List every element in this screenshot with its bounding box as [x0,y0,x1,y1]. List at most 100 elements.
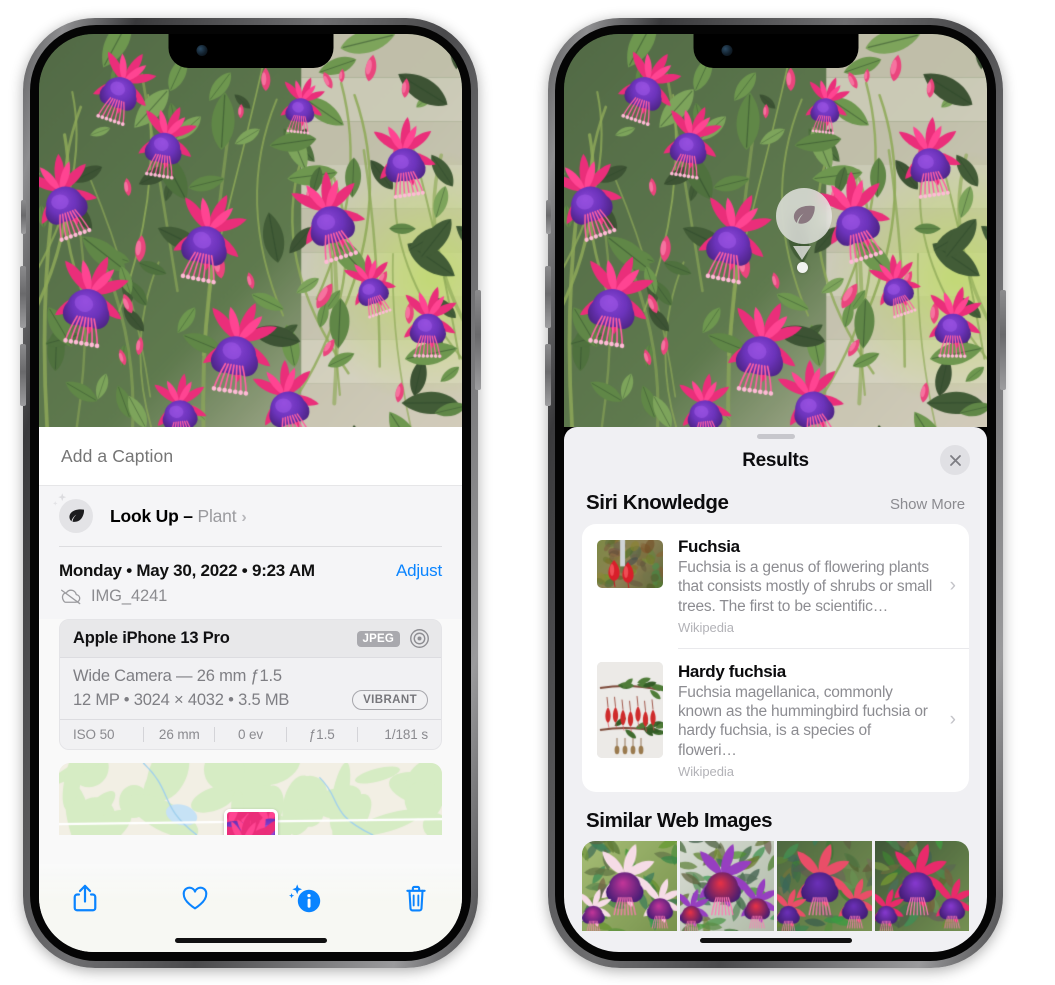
volume-down-button[interactable] [20,344,26,406]
web-image-cell[interactable] [679,841,774,932]
right-screen: Results Siri Knowledge Show More Fuchsia… [564,34,987,952]
leaf-icon [52,493,93,533]
photo-viewer-right[interactable] [564,34,987,427]
web-image-cell[interactable] [777,841,872,932]
similar-web-images-grid [582,841,969,932]
chevron-right-icon: › [949,709,956,731]
close-icon [949,454,961,466]
result-source: Wikipedia [678,619,734,635]
delete-button[interactable] [398,880,434,916]
chevron-right-icon: › [241,508,247,526]
result-description: Fuchsia magellanica, commonly known as t… [678,683,928,759]
front-camera-icon [196,45,207,56]
info-button[interactable] [288,880,324,916]
camera-header: Apple iPhone 13 Pro JPEG [60,620,441,658]
notch [693,34,858,68]
leaf-icon [793,205,815,224]
caption-row[interactable] [39,427,462,485]
result-thumbnail [597,540,663,588]
mute-switch[interactable] [21,200,26,234]
look-up-text: Look Up [110,505,179,526]
result-source: Wikipedia [678,764,734,780]
result-text: Hardy fuchsia Fuchsia magellanica, commo… [678,662,955,779]
icloud-slash-icon [61,589,81,605]
image-size-info: 12 MP • 3024 × 4032 • 3.5 MB [73,690,290,709]
visual-look-up-tail [793,246,811,260]
result-title: Fuchsia [678,537,740,556]
exif-aperture: ƒ1.5 [308,727,335,742]
power-button[interactable] [1000,290,1006,390]
chevron-right-icon: › [949,574,956,596]
mute-switch[interactable] [546,200,551,234]
section-title: Siri Knowledge [586,491,729,514]
power-button[interactable] [475,290,481,390]
visual-look-up-anchor-dot [797,262,808,273]
knowledge-row[interactable]: Hardy fuchsia Fuchsia magellanica, commo… [582,649,969,792]
share-button[interactable] [67,880,103,916]
similar-web-images-header: Similar Web Images [564,792,987,841]
date-row: Monday • May 30, 2022 • 9:23 AM Adjust [59,547,442,581]
home-indicator[interactable] [174,938,327,943]
exif-focal-length: 26 mm [158,727,200,742]
results-title: Results [742,450,809,471]
show-more-button[interactable]: Show More [890,496,965,513]
caption-input[interactable] [59,444,442,468]
result-thumbnail [597,661,663,758]
share-icon [73,884,97,911]
photo-location-map[interactable] [59,763,442,835]
aperture-icon [410,629,429,648]
photo-info-sheet: Look Up – Plant› Monday • May 30, 2022 •… [39,427,462,952]
volume-up-button[interactable] [20,266,26,328]
sparkle-icon [52,493,67,506]
left-screen: Look Up – Plant› Monday • May 30, 2022 •… [39,34,462,952]
result-description: Fuchsia is a genus of flowering plants t… [678,559,933,615]
photo-metadata: Monday • May 30, 2022 • 9:23 AM Adjust I… [39,546,462,619]
knowledge-row[interactable]: Fuchsia Fuchsia is a genus of flowering … [582,524,969,648]
adjust-button[interactable]: Adjust [396,561,442,581]
look-up-separator: – [183,505,193,526]
close-button[interactable] [940,445,970,475]
camera-model: Apple iPhone 13 Pro [73,629,230,647]
map-photo-pin[interactable] [223,809,278,835]
look-up-row[interactable]: Look Up – Plant › [39,485,462,546]
web-image-cell[interactable] [582,841,677,932]
capture-date: Monday • May 30, 2022 • 9:23 AM [59,561,315,580]
heart-icon [183,886,208,909]
results-sheet: Results Siri Knowledge Show More Fuchsia… [564,427,987,952]
camera-header-right: JPEG [356,628,430,649]
file-row: IMG_4241 [59,581,442,619]
exif-shutter-speed: 1/181 s [384,727,429,742]
trash-icon [406,885,426,911]
camera-body: Wide Camera — 26 mm ƒ1.5 12 MP • 3024 × … [60,658,441,719]
photo-viewer-left[interactable] [39,34,462,427]
volume-up-button[interactable] [545,266,551,328]
look-up-label: Look Up – Plant › [110,506,247,527]
exif-iso: ISO 50 [73,727,115,742]
look-up-subject: Plant [197,505,237,526]
lens-info: Wide Camera — 26 mm ƒ1.5 [73,667,282,685]
left-phone: Look Up – Plant› Monday • May 30, 2022 •… [20,18,481,968]
web-image-cell[interactable] [874,841,969,932]
photographic-style-badge: VIBRANT [352,690,428,710]
info-sparkle-icon [288,884,320,913]
favorite-button[interactable] [177,880,213,916]
siri-knowledge-header: Siri Knowledge Show More [564,483,987,524]
result-title: Hardy fuchsia [678,661,786,681]
right-phone: Results Siri Knowledge Show More Fuchsia… [545,18,1006,968]
file-name: IMG_4241 [91,587,168,605]
screenshot-stage: Look Up – Plant› Monday • May 30, 2022 •… [0,0,1055,985]
section-title: Similar Web Images [586,809,773,833]
exif-exposure-bias: 0 ev [237,727,264,742]
results-header: Results [564,439,987,483]
home-indicator[interactable] [699,938,852,943]
size-row: 12 MP • 3024 × 4032 • 3.5 MB VIBRANT [73,690,428,710]
format-badge: JPEG [356,630,400,647]
visual-look-up-badge[interactable] [776,188,832,244]
result-text: Fuchsia Fuchsia is a genus of flowering … [678,537,955,635]
notch [168,34,333,68]
volume-down-button[interactable] [545,344,551,406]
exif-row: ISO 50 26 mm 0 ev ƒ1.5 1/181 s [60,719,441,749]
front-camera-icon [721,45,732,56]
camera-info-card[interactable]: Apple iPhone 13 Pro JPEG Wide Camera — 2… [59,619,442,750]
siri-knowledge-card: Fuchsia Fuchsia is a genus of flowering … [582,524,969,793]
